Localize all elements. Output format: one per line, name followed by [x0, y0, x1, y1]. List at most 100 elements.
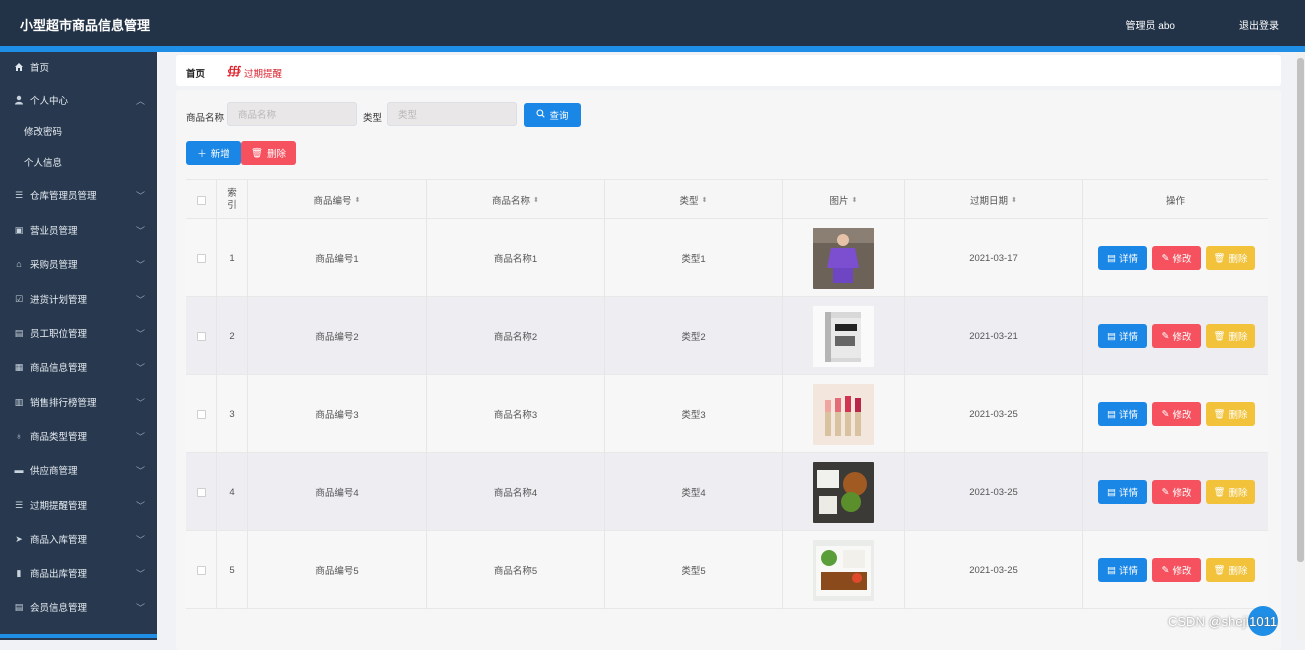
table-row: 5 商品编号5 商品名称5 类型5 2021-03-25 ▤ 详情 ✎ 修改 🗑 删除 [186, 531, 1268, 609]
sidebar-item-expiry-reminder[interactable]: ☰ 过期提醒管理 ﹀ [0, 490, 157, 520]
search-type-input[interactable]: 类型 [387, 102, 517, 126]
delete-button[interactable]: 🗑 删除 [1206, 246, 1255, 270]
tag-icon: ⌂ [16, 259, 22, 269]
edit-button[interactable]: ✎ 修改 [1152, 402, 1201, 426]
sidebar-item-member-info[interactable]: ▤ 会员信息管理 ﹀ [0, 592, 157, 622]
sidebar-item-warehouse-admin[interactable]: ☰ 仓库管理员管理 ﹀ [0, 180, 157, 210]
col-expiry-date[interactable]: 过期日期 ⬍ [905, 180, 1083, 220]
product-thumbnail[interactable] [813, 227, 874, 289]
cell-index: 2 [217, 297, 248, 375]
row-checkbox-cell[interactable] [186, 453, 217, 531]
search-name-input[interactable]: 商品名称 [227, 102, 357, 126]
trash-icon: 🗑 [1213, 252, 1226, 264]
delete-button[interactable]: 🗑 删除 [1206, 402, 1255, 426]
detail-button[interactable]: ▤ 详情 [1098, 246, 1147, 270]
col-image[interactable]: 图片 ⬍ [783, 180, 905, 220]
vertical-scrollbar-thumb[interactable] [1297, 58, 1304, 562]
trash-icon: 🗑 [250, 147, 264, 159]
cell-image [783, 453, 905, 531]
col-type[interactable]: 类型 ⬍ [605, 180, 783, 220]
sort-icon[interactable]: ⬍ [702, 197, 708, 204]
sidebar-item-purchaser[interactable]: ⌂ 采购员管理 ﹀ [0, 249, 157, 279]
product-thumbnail[interactable] [813, 305, 874, 367]
chevron-down-icon: ﹀ [135, 535, 145, 545]
sidebar-item-label: 商品类型管理 [30, 432, 88, 443]
sidebar-item-sales-ranking[interactable]: ▥ 销售排行榜管理 ﹀ [0, 387, 157, 417]
query-button[interactable]: 查询 [524, 103, 581, 127]
breadcrumb: 首页 ∰ 过期提醒 [176, 55, 1281, 86]
col-code[interactable]: 商品编号 ⬍ [248, 180, 427, 220]
sort-icon[interactable]: ⬍ [852, 197, 858, 204]
sort-icon[interactable]: ⬍ [533, 197, 539, 204]
row-checkbox-cell[interactable] [186, 531, 217, 609]
sidebar-item-label: 仓库管理员管理 [30, 191, 97, 202]
batch-delete-button[interactable]: 🗑 删除 [241, 141, 296, 165]
cell-name: 商品名称1 [427, 219, 605, 297]
add-button[interactable]: ＋ 新增 [186, 141, 241, 165]
sidebar-item-staff-position[interactable]: ▤ 员工职位管理 ﹀ [0, 318, 157, 348]
chevron-down-icon: ﹀ [135, 466, 145, 476]
cell-type: 类型1 [605, 219, 783, 297]
row-checkbox-cell[interactable] [186, 375, 217, 453]
table-header: 索引 商品编号 ⬍ 商品名称 ⬍ 类型 ⬍ 图片 ⬍ 过期日期 ⬍ 操作 [186, 179, 1268, 220]
product-thumbnail[interactable] [813, 539, 874, 601]
detail-button[interactable]: ▤ 详情 [1098, 558, 1147, 582]
trash-icon: 🗑 [1213, 486, 1226, 498]
select-all-checkbox[interactable] [196, 195, 206, 205]
sidebar-item-label: 采购员管理 [30, 260, 78, 271]
logout-link[interactable]: 退出登录 [1239, 17, 1279, 32]
detail-button[interactable]: ▤ 详情 [1098, 402, 1147, 426]
cell-expiry-date: 2021-03-25 [905, 453, 1083, 531]
cell-code: 商品编号3 [248, 375, 427, 453]
sidebar-item-stock-out[interactable]: ▮ 商品出库管理 ﹀ [0, 558, 157, 588]
product-thumbnail[interactable] [813, 383, 874, 445]
chevron-down-icon: ﹀ [135, 295, 145, 305]
detail-button[interactable]: ▤ 详情 [1098, 324, 1147, 348]
edit-button[interactable]: ✎ 修改 [1152, 246, 1201, 270]
cell-index: 3 [217, 375, 248, 453]
sidebar-subitem-change-password[interactable]: 修改密码 [0, 118, 157, 144]
sidebar-item-label: 过期提醒管理 [30, 501, 88, 512]
sidebar-item-purchase-plan[interactable]: ☑ 进货计划管理 ﹀ [0, 284, 157, 314]
row-checkbox[interactable] [196, 487, 206, 497]
edit-button[interactable]: ✎ 修改 [1152, 324, 1201, 348]
chevron-down-icon: ﹀ [135, 363, 145, 373]
row-checkbox-cell[interactable] [186, 219, 217, 297]
select-all-checkbox-cell[interactable] [186, 180, 217, 220]
delete-button[interactable]: 🗑 删除 [1206, 480, 1255, 504]
sidebar-subitem-personal-info[interactable]: 个人信息 [0, 149, 157, 175]
sidebar-item-home[interactable]: 首页 [0, 52, 157, 82]
chevron-down-icon: ﹀ [135, 329, 145, 339]
row-checkbox[interactable] [196, 409, 206, 419]
delete-button[interactable]: 🗑 删除 [1206, 558, 1255, 582]
delete-button[interactable]: 🗑 删除 [1206, 324, 1255, 348]
row-checkbox[interactable] [196, 565, 206, 575]
doc-icon: ▤ [14, 601, 24, 612]
breadcrumb-home[interactable]: 首页 [186, 66, 205, 80]
sidebar-item-label: 首页 [30, 63, 50, 74]
row-checkbox-cell[interactable] [186, 297, 217, 375]
cell-type: 类型3 [605, 375, 783, 453]
sidebar-item-personal-center[interactable]: 个人中心 ︿ [0, 85, 157, 115]
sidebar-item-salesperson[interactable]: ▣ 营业员管理 ﹀ [0, 215, 157, 245]
trash-icon: 🗑 [1213, 408, 1226, 420]
edit-button[interactable]: ✎ 修改 [1152, 480, 1201, 504]
list-icon: ☰ [14, 189, 24, 200]
current-user[interactable]: 管理员 abo [1126, 17, 1175, 32]
cell-name: 商品名称5 [427, 531, 605, 609]
col-name[interactable]: 商品名称 ⬍ [427, 180, 605, 220]
edit-button[interactable]: ✎ 修改 [1152, 558, 1201, 582]
detail-button[interactable]: ▤ 详情 [1098, 480, 1147, 504]
row-checkbox[interactable] [196, 331, 206, 341]
sort-icon[interactable]: ⬍ [1011, 197, 1017, 204]
sidebar-item-supplier[interactable]: ▬ 供应商管理 ﹀ [0, 455, 157, 485]
row-checkbox[interactable] [196, 253, 206, 263]
product-thumbnail[interactable] [813, 461, 874, 523]
cell-type: 类型5 [605, 531, 783, 609]
cell-actions: ▤ 详情 ✎ 修改 🗑 删除 [1083, 375, 1268, 453]
sidebar-item-product-info[interactable]: ▦ 商品信息管理 ﹀ [0, 352, 157, 382]
sidebar-item-stock-in[interactable]: ➤ 商品入库管理 ﹀ [0, 524, 157, 554]
sidebar-item-product-type[interactable]: ♁ 商品类型管理 ﹀ [0, 421, 157, 451]
cell-image [783, 375, 905, 453]
sort-icon[interactable]: ⬍ [355, 197, 361, 204]
